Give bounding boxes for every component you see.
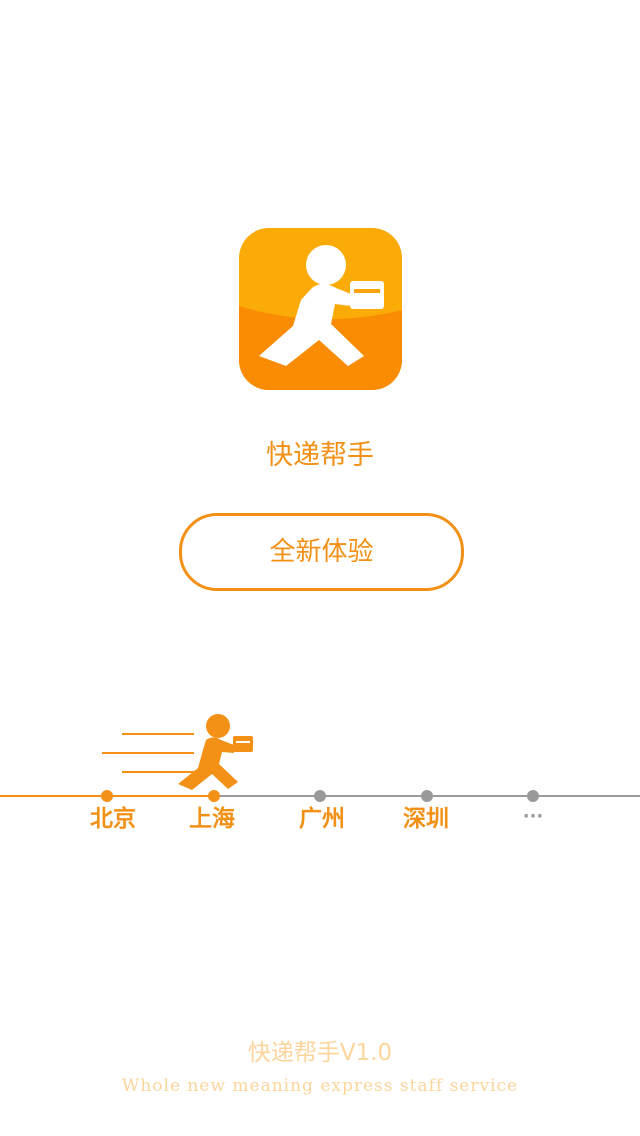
app-logo-icon bbox=[239, 228, 402, 390]
running-courier-icon bbox=[102, 714, 253, 790]
stop-dot-more bbox=[527, 790, 539, 802]
new-experience-button[interactable]: 全新体验 bbox=[179, 513, 464, 591]
footer-version-title: 快递帮手V1.0 bbox=[247, 1040, 393, 1066]
footer-slogan: Whole new meaning express staff service bbox=[121, 1076, 519, 1096]
stop-label-shanghai: 上海 bbox=[189, 806, 235, 832]
stop-label-beijing: 北京 bbox=[90, 806, 136, 832]
stop-dot-shenzhen bbox=[421, 790, 433, 802]
stop-dot-beijing bbox=[101, 790, 113, 802]
stop-label-guangzhou: 广州 bbox=[299, 806, 345, 832]
stop-dot-shanghai bbox=[208, 790, 220, 802]
stop-dot-guangzhou bbox=[314, 790, 326, 802]
route-progress: 北京 上海 广州 深圳 ··· bbox=[0, 700, 640, 850]
stop-label-shenzhen: 深圳 bbox=[403, 806, 449, 832]
app-name: 快递帮手 bbox=[266, 440, 374, 471]
stop-label-more: ··· bbox=[522, 806, 544, 827]
